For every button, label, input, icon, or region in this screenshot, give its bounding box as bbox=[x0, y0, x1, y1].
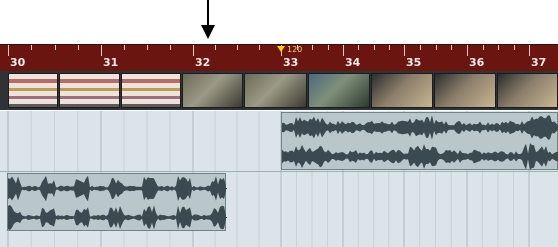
beat-tick bbox=[259, 45, 260, 50]
beat-tick bbox=[420, 45, 421, 50]
video-thumbnail bbox=[497, 73, 558, 108]
audio-track-lane-1[interactable] bbox=[0, 111, 558, 171]
beat-tick bbox=[328, 45, 329, 50]
audio-clip[interactable] bbox=[281, 112, 558, 170]
waveform bbox=[282, 115, 558, 170]
bar-number: 37 bbox=[531, 56, 547, 69]
beat-tick bbox=[124, 45, 125, 50]
bar-number: 33 bbox=[283, 56, 299, 69]
beat-tick bbox=[78, 45, 79, 50]
bar-number: 36 bbox=[469, 56, 485, 69]
bar-number: 34 bbox=[345, 56, 361, 69]
video-thumbnail bbox=[244, 73, 307, 108]
beat-tick bbox=[436, 45, 437, 50]
bar-tick bbox=[529, 45, 530, 56]
beat-tick bbox=[147, 45, 148, 50]
bar-number: 32 bbox=[195, 56, 211, 69]
beat-tick bbox=[170, 45, 171, 50]
beat-tick bbox=[514, 45, 515, 50]
video-thumbnail bbox=[308, 73, 370, 108]
waveform bbox=[8, 175, 227, 231]
audio-track-lane-2[interactable] bbox=[0, 172, 558, 247]
video-thumbnail-track[interactable] bbox=[0, 71, 558, 110]
bar-tick bbox=[404, 45, 405, 56]
beat-tick bbox=[498, 45, 499, 50]
beat-tick bbox=[374, 45, 375, 50]
video-thumbnail bbox=[434, 73, 496, 108]
video-thumbnail bbox=[182, 73, 243, 108]
bar-number: 31 bbox=[103, 56, 119, 69]
video-thumbnail bbox=[121, 73, 181, 108]
tempo-marker-label: 120 bbox=[287, 45, 303, 54]
beat-tick bbox=[215, 45, 216, 50]
audio-clip[interactable] bbox=[7, 173, 227, 231]
bar-tick bbox=[467, 45, 468, 56]
video-thumbnail bbox=[8, 73, 58, 108]
beat-tick bbox=[451, 45, 452, 50]
beat-tick bbox=[389, 45, 390, 50]
timeline-ruler[interactable]: 30 31 32 33 34 35 36 37 120 bbox=[0, 44, 558, 72]
beat-tick bbox=[237, 45, 238, 50]
bar-tick bbox=[343, 45, 344, 56]
video-thumbnail bbox=[371, 73, 433, 108]
beat-tick bbox=[55, 45, 56, 50]
beat-tick bbox=[358, 45, 359, 50]
bar-tick bbox=[8, 45, 9, 56]
beat-tick bbox=[31, 45, 32, 50]
bar-number: 35 bbox=[406, 56, 422, 69]
bar-tick bbox=[193, 45, 194, 56]
video-thumbnail bbox=[59, 73, 120, 108]
pointer-arrow-icon bbox=[201, 0, 215, 39]
beat-tick bbox=[312, 45, 313, 50]
tempo-marker-icon[interactable] bbox=[277, 46, 285, 52]
bar-tick bbox=[101, 45, 102, 56]
beat-tick bbox=[483, 45, 484, 50]
bar-number: 30 bbox=[10, 56, 26, 69]
